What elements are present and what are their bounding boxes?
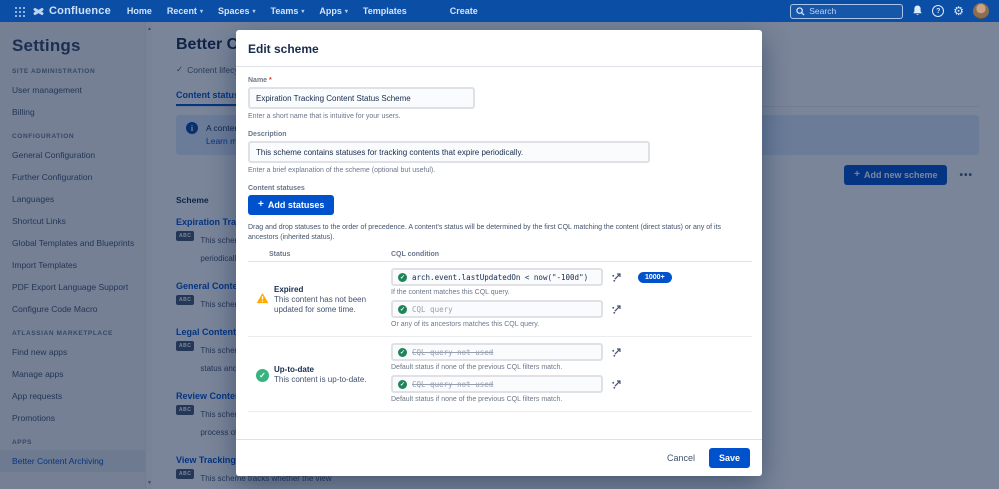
search-icon xyxy=(796,7,805,16)
description-field[interactable] xyxy=(248,141,650,163)
create-button[interactable]: Create xyxy=(450,6,478,16)
cql-query-input-disabled: ✓ CQL query not used xyxy=(391,375,603,393)
cql-query-not-used: CQL query not used xyxy=(412,380,493,389)
valid-check-icon: ✓ xyxy=(398,273,407,282)
chevron-down-icon: ▾ xyxy=(301,8,304,15)
status-row-expired[interactable]: Expired This content has not been update… xyxy=(248,262,752,337)
statuses-table-header: Status CQL condition xyxy=(248,251,752,262)
cql-query-not-used: CQL query not used xyxy=(412,348,493,357)
required-asterisk: * xyxy=(269,77,272,84)
status-column-header: Status xyxy=(248,251,391,258)
cql-test-button[interactable] xyxy=(609,377,624,392)
valid-check-icon: ✓ xyxy=(398,380,407,389)
top-navigation-bar: Confluence Home Recent▾ Spaces▾ Teams▾ A… xyxy=(0,0,999,22)
cql-test-button[interactable] xyxy=(609,302,624,317)
status-description: This content is up-to-date. xyxy=(274,375,367,385)
nav-item-apps[interactable]: Apps▾ xyxy=(319,6,348,16)
status-name: Up-to-date xyxy=(274,365,367,374)
cql-help-text: If the content matches this CQL query. xyxy=(391,289,752,296)
valid-check-icon: ✓ xyxy=(398,348,407,357)
nav-item-recent[interactable]: Recent▾ xyxy=(167,6,203,16)
cql-help-text: Default status if none of the previous C… xyxy=(391,364,752,371)
brand-name[interactable]: Confluence xyxy=(49,5,111,17)
status-description: This content has not been updated for so… xyxy=(274,295,374,315)
dialog-footer: Cancel Save xyxy=(236,439,762,476)
screen: Confluence Home Recent▾ Spaces▾ Teams▾ A… xyxy=(0,0,999,489)
success-check-icon: ✓ xyxy=(256,369,269,382)
cancel-button[interactable]: Cancel xyxy=(659,448,703,468)
cql-help-text: Default status if none of the previous C… xyxy=(391,396,752,403)
user-avatar[interactable] xyxy=(973,3,989,19)
statuses-table: Status CQL condition Expired This conten… xyxy=(248,251,752,412)
confluence-logo-icon[interactable] xyxy=(32,6,45,17)
edit-scheme-dialog: Edit scheme Name * Enter a short name th… xyxy=(236,30,762,476)
dialog-header: Edit scheme xyxy=(236,30,762,67)
nav-item-home[interactable]: Home xyxy=(127,6,152,16)
valid-check-icon: ✓ xyxy=(398,305,407,314)
nav-item-templates[interactable]: Templates xyxy=(363,6,407,16)
dialog-title: Edit scheme xyxy=(248,42,319,56)
cql-query-input[interactable]: ✓ arch.event.lastUpdatedOn < now("-100d"… xyxy=(391,268,603,286)
status-name: Expired xyxy=(274,285,374,294)
add-statuses-button[interactable]: + Add statuses xyxy=(248,195,334,215)
name-field[interactable] xyxy=(248,87,475,109)
name-label: Name * xyxy=(248,77,750,84)
search-box[interactable] xyxy=(790,4,903,19)
description-help-text: Enter a brief explanation of the scheme … xyxy=(248,167,750,174)
description-label: Description xyxy=(248,131,750,138)
chevron-down-icon: ▾ xyxy=(200,8,203,15)
status-row-up-to-date[interactable]: ✓ Up-to-date This content is up-to-date.… xyxy=(248,337,752,412)
app-switcher-icon[interactable] xyxy=(9,5,23,17)
cql-test-button[interactable] xyxy=(609,345,624,360)
search-input[interactable] xyxy=(809,6,894,16)
nav-item-teams[interactable]: Teams▾ xyxy=(271,6,305,16)
match-count-badge[interactable]: 1000+ xyxy=(638,272,672,283)
help-icon[interactable]: ? xyxy=(932,5,944,17)
cql-test-button[interactable] xyxy=(609,270,624,285)
content-statuses-label: Content statuses xyxy=(248,185,750,192)
notifications-icon[interactable] xyxy=(912,5,923,17)
cql-query-input-disabled: ✓ CQL query not used xyxy=(391,343,603,361)
cql-query-input[interactable]: ✓ CQL query xyxy=(391,300,603,318)
cql-query-placeholder: CQL query xyxy=(412,305,453,314)
save-button[interactable]: Save xyxy=(709,448,750,468)
name-help-text: Enter a short name that is intuitive for… xyxy=(248,113,750,120)
chevron-down-icon: ▾ xyxy=(345,8,348,15)
settings-gear-icon[interactable]: ⚙ xyxy=(953,5,964,17)
warning-icon xyxy=(256,291,269,309)
dialog-body: Name * Enter a short name that is intuit… xyxy=(236,67,762,439)
nav-item-spaces[interactable]: Spaces▾ xyxy=(218,6,256,16)
chevron-down-icon: ▾ xyxy=(252,8,255,15)
plus-icon: + xyxy=(258,200,264,210)
cql-column-header: CQL condition xyxy=(391,251,752,258)
drag-drop-help-text: Drag and drop statuses to the order of p… xyxy=(248,223,750,243)
cql-query-value: arch.event.lastUpdatedOn < now("-100d") xyxy=(412,273,588,282)
cql-help-text: Or any of its ancestors matches this CQL… xyxy=(391,321,752,328)
